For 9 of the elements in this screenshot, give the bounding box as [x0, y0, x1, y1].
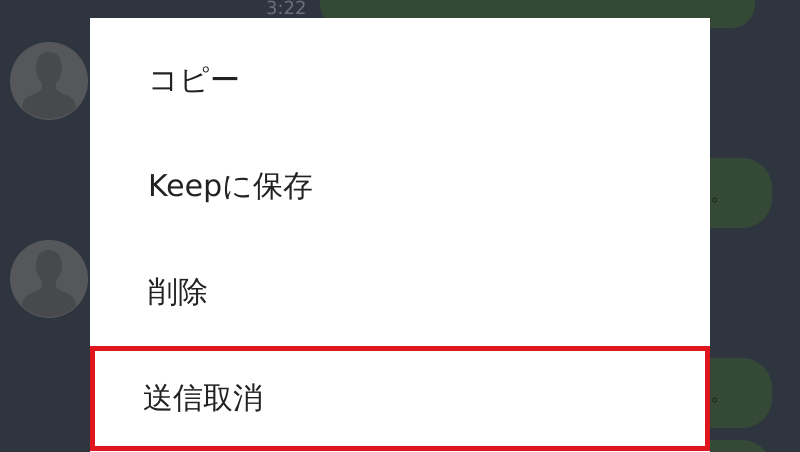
menu-item[interactable]: 送信取消	[90, 346, 710, 451]
message-text: 。	[710, 380, 732, 408]
avatar-icon	[10, 240, 88, 318]
menu-item[interactable]: コピー	[90, 28, 710, 133]
message-text: 。	[710, 180, 732, 208]
avatar-icon	[10, 42, 88, 120]
menu-item[interactable]: 削除	[90, 240, 710, 345]
message-time: 3:22	[266, 0, 306, 19]
menu-item[interactable]: Keepに保存	[90, 134, 710, 239]
